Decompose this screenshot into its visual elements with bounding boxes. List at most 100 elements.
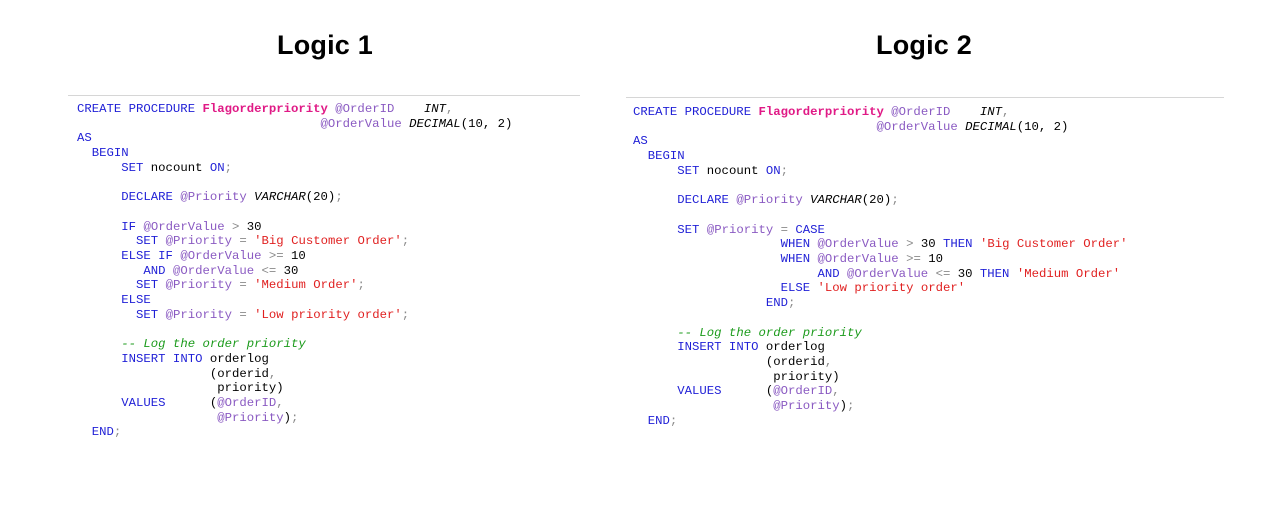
- code-token: (20): [861, 193, 892, 208]
- code-line: @OrderValue DECIMAL(10, 2): [77, 117, 513, 131]
- code-token: ;: [113, 425, 122, 440]
- code-token: INT: [423, 102, 447, 116]
- code-token: ;: [847, 399, 855, 414]
- code-line: CREATE PROCEDURE Flagorderpriority @Orde…: [633, 105, 1009, 119]
- code-block-2-top-border: [626, 97, 1224, 98]
- code-token: @OrderValue: [143, 219, 225, 234]
- code-token: @Priority: [165, 234, 232, 249]
- code-token: @Priority: [773, 399, 840, 414]
- code-token: (orderid: [633, 354, 825, 369]
- code-token: @OrderValue: [180, 249, 262, 264]
- code-token: AS: [77, 131, 92, 146]
- code-token: @OrderValue: [876, 119, 958, 134]
- code-line: AND @OrderValue <= 30 THEN 'Medium Order…: [633, 267, 1120, 281]
- logic-1-title: Logic 1: [277, 30, 373, 60]
- code-token: @Priority: [180, 190, 247, 205]
- code-line: INSERT INTO orderlog: [633, 340, 825, 354]
- code-token: END: [647, 413, 670, 428]
- code-token: CREATE PROCEDURE: [633, 105, 759, 119]
- code-token: @OrderValue: [817, 237, 899, 252]
- code-token: 30: [239, 219, 262, 234]
- code-token: =: [239, 307, 247, 322]
- code-line: ELSE IF @OrderValue >= 10: [77, 249, 306, 263]
- code-token: ;: [335, 190, 343, 205]
- code-line: VALUES (@OrderID,: [633, 384, 840, 399]
- code-line: CREATE PROCEDURE Flagorderpriority @Orde…: [77, 102, 453, 116]
- code-token: @OrderID: [335, 102, 395, 116]
- code-token: (20): [305, 190, 336, 205]
- code-token: @Priority: [217, 410, 284, 425]
- code-line: SET @Priority = 'Big Customer Order';: [77, 234, 409, 248]
- code-token: -- Log the order priority: [677, 325, 862, 340]
- code-token: @OrderValue: [172, 263, 255, 278]
- code-token: THEN: [943, 237, 973, 252]
- code-token: @OrderID: [891, 105, 951, 119]
- code-token: SET: [136, 307, 159, 322]
- code-token: DECLARE: [677, 193, 729, 208]
- code-line: -- Log the order priority: [77, 337, 305, 351]
- code-token: IF: [121, 219, 137, 234]
- code-line: DECLARE @Priority VARCHAR(20);: [77, 190, 343, 205]
- code-token: BEGIN: [91, 146, 129, 161]
- code-token: WHEN: [780, 252, 811, 267]
- code-token: ;: [291, 410, 299, 425]
- code-token: VARCHAR: [254, 190, 306, 205]
- code-line: IF @OrderValue > 30: [77, 219, 262, 234]
- code-block-1-top-border: [68, 95, 580, 96]
- code-token: ,: [268, 366, 277, 381]
- code-token: ,: [446, 102, 454, 116]
- code-token: ;: [401, 307, 410, 322]
- code-line: AS: [77, 131, 92, 145]
- code-token: 30: [276, 263, 299, 278]
- code-token: <=: [935, 266, 951, 281]
- code-token: WHEN: [780, 237, 811, 252]
- code-token: @OrderID: [217, 396, 277, 411]
- code-token: (: [165, 396, 218, 411]
- code-token: ): [839, 399, 848, 414]
- code-token: nocount: [699, 163, 766, 178]
- code-token: ,: [832, 384, 840, 399]
- code-line: (orderid,: [633, 355, 832, 369]
- code-token: 'Low priority order': [254, 307, 402, 322]
- code-line: END;: [77, 425, 122, 440]
- code-token: AND: [817, 266, 840, 281]
- code-line: END;: [633, 413, 678, 428]
- code-line: WHEN @OrderValue > 30 THEN 'Big Customer…: [633, 237, 1128, 251]
- code-token: ;: [787, 296, 796, 311]
- code-token: @Priority: [165, 278, 232, 293]
- code-token: @Priority: [736, 193, 803, 208]
- code-token: BEGIN: [647, 149, 685, 164]
- code-token: VALUES: [121, 396, 166, 411]
- code-line: priority): [633, 370, 839, 384]
- code-token: END: [91, 425, 114, 440]
- code-line: AS: [633, 134, 648, 148]
- code-token: VALUES: [677, 384, 722, 399]
- code-token: ELSE: [780, 281, 811, 296]
- code-token: @OrderID: [773, 384, 833, 399]
- code-line: BEGIN: [77, 146, 129, 160]
- code-token: SET: [136, 234, 159, 249]
- code-line: SET nocount ON;: [633, 164, 788, 178]
